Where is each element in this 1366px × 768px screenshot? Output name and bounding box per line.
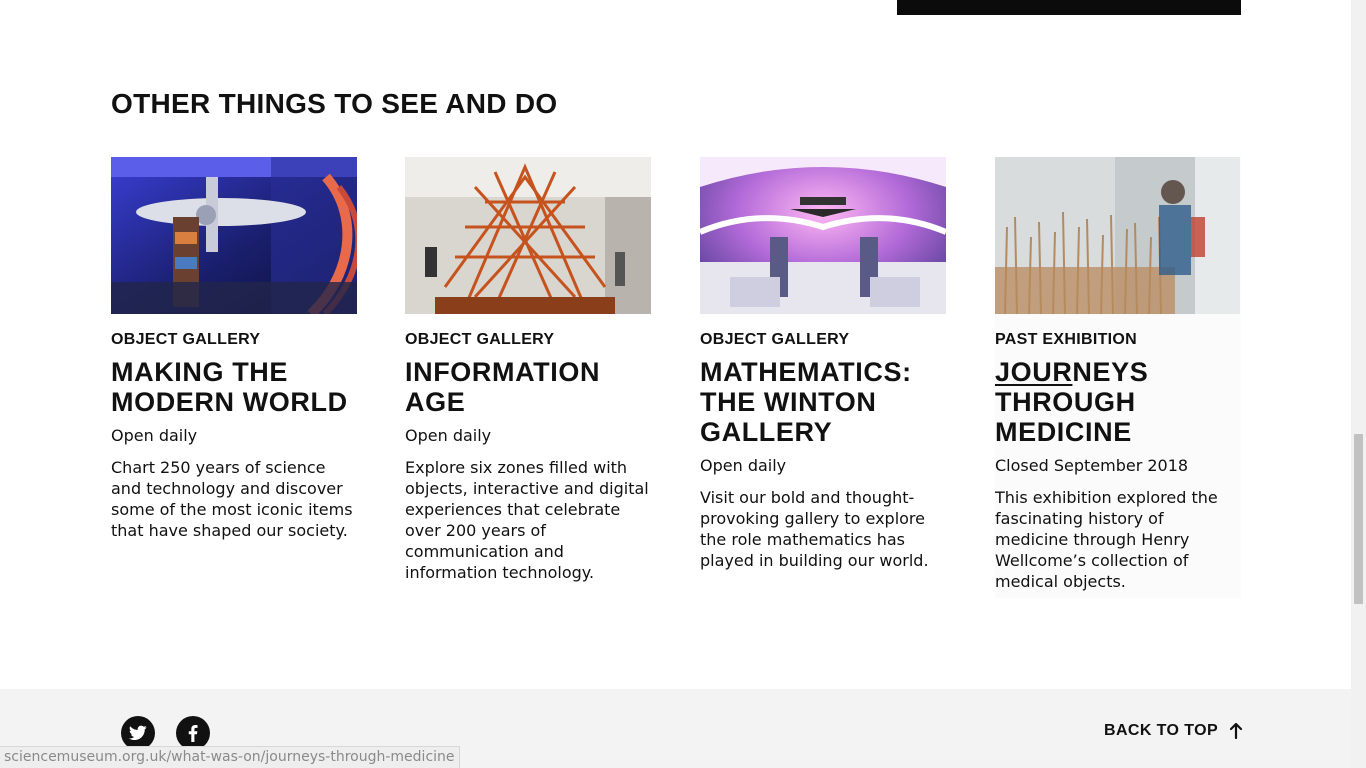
card-title-line[interactable]: JOURNEYS	[995, 357, 1241, 387]
card-title-line[interactable]: INFORMATION AGE	[405, 357, 651, 417]
card-description: Explore six zones filled with objects, i…	[405, 458, 649, 582]
card-title-line[interactable]: MEDICINE	[995, 417, 1241, 447]
card-title-rest-part[interactable]: NEYS	[1072, 357, 1148, 387]
card-title-underlined-part[interactable]: JOUR	[995, 357, 1072, 387]
card-image[interactable]	[700, 157, 946, 314]
card-status: Open daily	[111, 426, 198, 445]
card-title[interactable]: MATHEMATICS: THE WINTON GALLERY	[700, 357, 946, 447]
card-image[interactable]	[111, 157, 357, 314]
browser-status-url: sciencemuseum.org.uk/what-was-on/journey…	[0, 746, 460, 768]
scrollbar[interactable]	[1351, 0, 1366, 768]
card-title[interactable]: JOURNEYS THROUGH MEDICINE	[995, 357, 1241, 447]
card-category: OBJECT GALLERY	[405, 331, 555, 348]
back-to-top-label[interactable]: BACK TO TOP	[1104, 722, 1218, 740]
card-image[interactable]	[995, 157, 1241, 314]
card-status: Closed September 2018	[995, 456, 1189, 475]
arrow-up-icon	[1230, 723, 1243, 739]
card-title[interactable]: INFORMATION AGE	[405, 357, 651, 417]
card-title-line[interactable]: THROUGH	[995, 387, 1241, 417]
card-making-the-modern-world[interactable]: OBJECT GALLERY MAKING THE MODERN WORLD O…	[111, 157, 357, 541]
card-title-line[interactable]: MATHEMATICS:	[700, 357, 946, 387]
video-frame-bottom	[897, 0, 1241, 15]
card-title-line[interactable]: MAKING THE	[111, 357, 357, 387]
card-description: This exhibition explored the fascinating…	[995, 488, 1218, 591]
card-description: Chart 250 years of science and technolog…	[111, 458, 353, 540]
card-status: Open daily	[700, 456, 787, 475]
card-image[interactable]	[405, 157, 651, 314]
card-status: Open daily	[405, 426, 492, 445]
card-mathematics-winton-gallery[interactable]: OBJECT GALLERY MATHEMATICS: THE WINTON G…	[700, 157, 946, 571]
section-title: OTHER THINGS TO SEE AND DO	[111, 88, 558, 119]
card-title-line[interactable]: THE WINTON	[700, 387, 946, 417]
card-title-line[interactable]: GALLERY	[700, 417, 946, 447]
card-category: OBJECT GALLERY	[111, 331, 261, 348]
card-information-age[interactable]: OBJECT GALLERY INFORMATION AGE Open dail…	[405, 157, 651, 583]
back-to-top-button[interactable]: BACK TO TOP	[1104, 722, 1243, 740]
card-description: Visit our bold and thought-provoking gal…	[700, 488, 929, 570]
twitter-icon[interactable]	[121, 716, 155, 750]
card-category: PAST EXHIBITION	[995, 331, 1137, 348]
card-title[interactable]: MAKING THE MODERN WORLD	[111, 357, 357, 417]
card-journeys-through-medicine[interactable]: PAST EXHIBITION JOURNEYS THROUGH MEDICIN…	[995, 157, 1241, 598]
scrollbar-thumb[interactable]	[1354, 434, 1363, 604]
card-category: OBJECT GALLERY	[700, 331, 850, 348]
facebook-icon[interactable]	[176, 716, 210, 750]
card-title-line[interactable]: MODERN WORLD	[111, 387, 357, 417]
